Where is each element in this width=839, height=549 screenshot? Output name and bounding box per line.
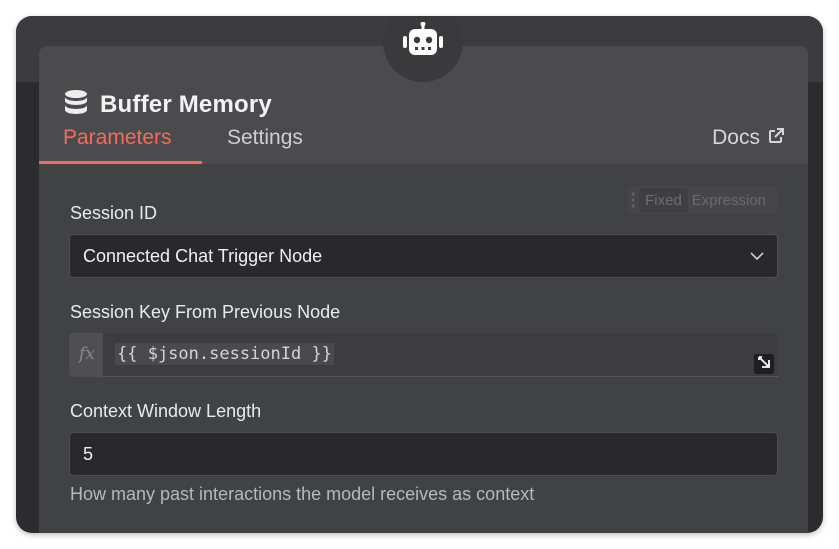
expression-editor[interactable]: {{ $json.sessionId }} bbox=[103, 333, 778, 377]
node-parameters-panel: Buffer Memory Parameters Settings Docs S… bbox=[39, 46, 808, 533]
expand-icon bbox=[757, 355, 771, 374]
node-title-row: Buffer Memory bbox=[64, 89, 272, 121]
context-window-value: 5 bbox=[83, 444, 94, 464]
external-link-icon bbox=[768, 126, 784, 150]
docs-link[interactable]: Docs bbox=[712, 126, 784, 150]
session-id-value: Connected Chat Trigger Node bbox=[83, 246, 323, 266]
node-modal: Buffer Memory Parameters Settings Docs S… bbox=[16, 16, 823, 533]
tab-parameters[interactable]: Parameters bbox=[63, 126, 172, 164]
tab-settings-label: Settings bbox=[227, 126, 303, 149]
session-id-label: Session ID bbox=[70, 203, 158, 223]
expand-expression-button[interactable] bbox=[754, 354, 774, 374]
docs-label: Docs bbox=[712, 126, 760, 149]
mode-expression-option[interactable]: Expression bbox=[688, 192, 770, 209]
active-tab-indicator bbox=[39, 161, 202, 164]
session-key-label: Session Key From Previous Node bbox=[70, 302, 341, 322]
mode-fixed-option[interactable]: Fixed bbox=[639, 187, 688, 213]
session-id-select[interactable]: Connected Chat Trigger Node bbox=[69, 234, 778, 278]
drag-handle-icon[interactable] bbox=[627, 191, 639, 209]
node-title[interactable]: Buffer Memory bbox=[100, 91, 272, 119]
context-window-label: Context Window Length bbox=[70, 401, 262, 421]
context-window-hint: How many past interactions the model rec… bbox=[70, 484, 535, 504]
robot-icon bbox=[401, 21, 445, 63]
fx-icon: fx bbox=[79, 344, 95, 364]
expression-value: {{ $json.sessionId }} bbox=[115, 343, 334, 365]
database-icon bbox=[64, 89, 88, 121]
chevron-down-icon bbox=[749, 248, 765, 269]
session-id-mode-toggle[interactable]: Fixed Expression bbox=[627, 186, 778, 214]
tab-parameters-label: Parameters bbox=[63, 126, 172, 149]
context-window-input[interactable]: 5 bbox=[69, 432, 778, 476]
session-key-expression-field[interactable]: fx {{ $json.sessionId }} bbox=[69, 333, 778, 377]
tab-settings[interactable]: Settings bbox=[227, 126, 303, 164]
